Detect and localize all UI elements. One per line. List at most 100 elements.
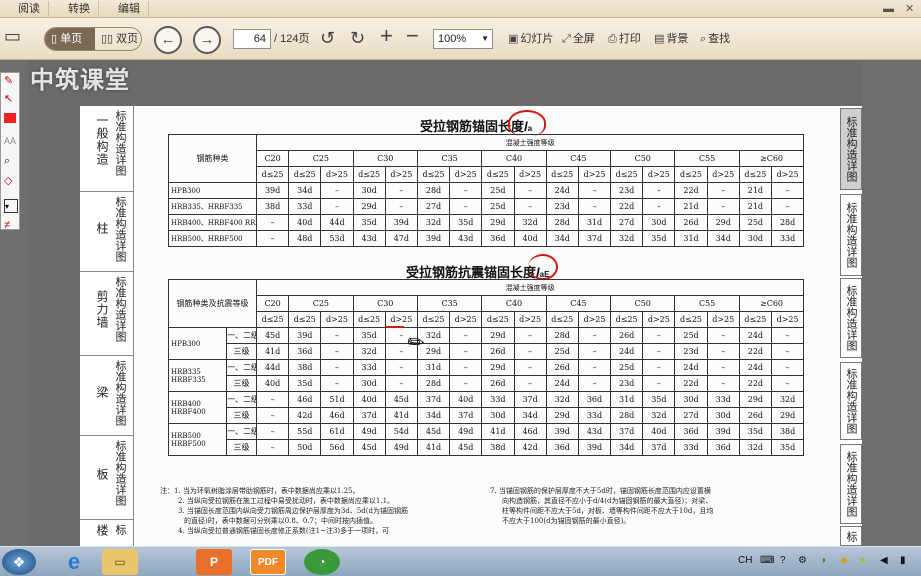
value-cell: 30d	[481, 407, 515, 424]
value-cell: –	[706, 198, 740, 215]
grade-header-cell: C25	[288, 150, 354, 167]
value-cell: 36d	[545, 439, 579, 456]
value-cell: 37d	[352, 407, 386, 424]
single-page-button[interactable]: ▯ 单页	[45, 28, 95, 50]
diamond-tool-icon[interactable]: ◇	[4, 175, 12, 188]
volume-icon[interactable]: ◀	[880, 555, 888, 566]
value-cell: –	[384, 359, 418, 376]
start-button[interactable]: ❖	[2, 549, 36, 575]
value-cell: –	[577, 327, 612, 344]
rebar-type-header: 钢筋种类及抗震等级	[168, 279, 257, 328]
value-cell: 38d	[288, 359, 322, 376]
grade-header-cell: C50	[610, 150, 676, 167]
diameter-header-cell: d≤25	[352, 311, 386, 328]
menu-tab-convert[interactable]: 转换	[60, 1, 99, 17]
zoom-select[interactable]: 100% ▼	[433, 29, 493, 49]
note-line: 柱等构件间距不应大于5d，对板、墙等构件间距不应大于10d，且均	[502, 507, 714, 515]
double-page-button[interactable]: ▯▯ 双页	[97, 28, 143, 50]
value-cell: 22d	[738, 343, 773, 360]
update-icon[interactable]: ●	[860, 555, 866, 566]
value-cell: 31d	[674, 230, 708, 247]
chapter-tab[interactable]: 标准构造详图	[840, 278, 862, 358]
minimize-icon[interactable]: ▬	[883, 1, 894, 17]
browser-icon[interactable]: e	[56, 549, 92, 575]
settings-icon[interactable]: ⚙	[798, 555, 807, 566]
value-cell: 23d	[610, 182, 644, 199]
value-cell: 29d	[706, 214, 740, 231]
margin-subtitle: 标	[114, 524, 126, 535]
value-cell: 36d	[481, 230, 515, 247]
value-cell: 46d	[320, 407, 354, 424]
value-cell: 45d	[384, 391, 418, 408]
arrow-tool-icon[interactable]: ↖	[4, 93, 13, 106]
background-button[interactable]: ▤ 背景	[654, 31, 688, 47]
value-cell: 33d	[288, 198, 322, 215]
find-button[interactable]: ⌕ 查找	[700, 31, 730, 47]
note-line: 注：1. 当为环氧树脂涂层带肋钢筋时，表中数据尚应乘以1.25。	[160, 487, 360, 495]
value-cell: 32d	[545, 391, 579, 408]
value-cell: 40d	[352, 391, 386, 408]
margin-section-stair: 楼 标	[80, 520, 134, 546]
rebar-type-cell: HRB400、HRBF400 RRB400	[168, 214, 257, 231]
note-line: 向构造钢筋，其直径不应小于d/4(d为锚固钢筋的最大直径)；对梁、	[502, 497, 713, 505]
security-icon[interactable]: ◆	[840, 555, 848, 566]
chapter-tab[interactable]: 标	[840, 526, 862, 546]
zoom-in-icon[interactable]: +	[380, 25, 393, 47]
margin-section-general: 一般构造 标准构造详图	[80, 106, 134, 192]
pdf-reader-taskbar-icon[interactable]: PDF	[250, 549, 286, 575]
page-number-input[interactable]: 64	[233, 29, 271, 49]
text-tool-icon[interactable]: AA	[4, 135, 16, 148]
language-indicator[interactable]: CH	[738, 555, 752, 566]
print-button[interactable]: ⎙ 打印	[608, 31, 641, 47]
rotate-right-icon[interactable]: ↻	[350, 28, 365, 48]
diameter-header-cell: d≤25	[416, 166, 451, 183]
rotate-left-icon[interactable]: ↺	[320, 28, 335, 48]
pen-icon[interactable]: ✎	[4, 75, 13, 88]
diameter-header-cell: d>25	[384, 166, 418, 183]
power-icon[interactable]: ▮	[900, 555, 906, 566]
file-explorer-icon[interactable]: ▭	[102, 549, 138, 575]
previous-page-button[interactable]: ←	[154, 26, 182, 54]
next-page-button[interactable]: →	[193, 26, 221, 54]
value-cell: 26d	[481, 375, 515, 392]
help-icon[interactable]: ?	[780, 555, 786, 566]
rectangle-tool-icon[interactable]	[4, 113, 16, 123]
chapter-tab[interactable]: 标准构造详图	[840, 108, 862, 190]
presentation-app-icon[interactable]: P	[196, 549, 232, 575]
menu-tab-edit[interactable]: 编辑	[110, 1, 149, 17]
anchorage-length-table: 钢筋种类 混凝土强度等级 C20 C25 C30 C35 C40 C45 C50 C55 ≥C60 d…	[168, 134, 805, 247]
value-cell: –	[770, 182, 805, 199]
margin-title: 柱	[95, 222, 109, 235]
value-cell: 38d	[255, 198, 290, 215]
value-cell: 45d	[255, 327, 290, 344]
chapter-tab[interactable]: 标准构造详图	[840, 444, 862, 524]
color-select-icon[interactable]: ▾	[4, 199, 18, 213]
chapter-tab[interactable]: 标准构造详图	[840, 194, 862, 276]
pdf-reader-window: 阅读 转换 编辑 ▬ ✕ ▭ ▯ 单页 ▯▯ 双页 ← → 64 / 124页 …	[0, 0, 921, 576]
magnifier-icon[interactable]: ⌕	[4, 155, 10, 168]
folder-icon[interactable]: ▭	[4, 26, 21, 46]
seismic-level-cell: 三级	[226, 343, 257, 360]
chapter-tab[interactable]: 标准构造详图	[840, 362, 862, 440]
table-row: HPB300 39d 34d –30d –28d –25d –24d –23d –22d –21d…	[168, 182, 805, 199]
grade-header-cell: C20	[255, 150, 290, 167]
value-cell: –	[642, 359, 676, 376]
zoom-out-icon[interactable]: −	[406, 25, 419, 47]
menu-tab-read[interactable]: 阅读	[10, 1, 49, 17]
green-app-icon[interactable]: ◔	[304, 549, 340, 575]
slideshow-button[interactable]: ▣ 幻灯片	[508, 31, 553, 47]
value-cell: 46d	[288, 391, 322, 408]
keyboard-icon[interactable]: ⌨	[760, 555, 774, 566]
value-cell: 24d	[545, 182, 579, 199]
close-icon[interactable]: ✕	[905, 1, 914, 17]
value-cell: 39d	[416, 230, 451, 247]
value-cell: 56d	[320, 439, 354, 456]
value-cell: 23d	[545, 198, 579, 215]
table-row: HPB300 一、二级 45d 39d –35d –32d –29d –28d –26d –25d…	[168, 327, 805, 360]
fullscreen-button[interactable]: ⤢ 全屏	[562, 31, 595, 47]
network-icon[interactable]: ◑	[820, 555, 826, 566]
value-cell: –	[320, 327, 354, 344]
close-tools-icon[interactable]: ≠	[4, 219, 10, 232]
value-cell: –	[255, 423, 290, 440]
value-cell: –	[320, 375, 354, 392]
